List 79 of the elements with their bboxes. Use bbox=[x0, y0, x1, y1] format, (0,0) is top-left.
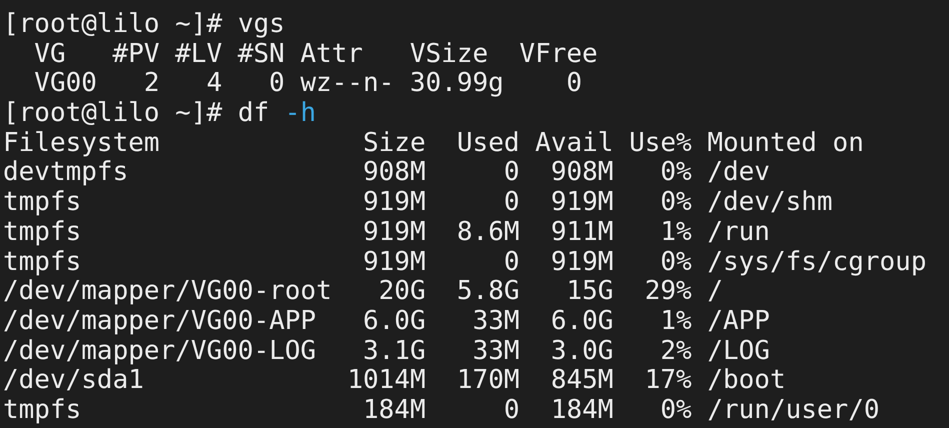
table-cell-text: 170M bbox=[456, 366, 520, 396]
table-cell-text: 919M bbox=[362, 188, 426, 218]
command-text: df bbox=[238, 98, 270, 128]
table-cell-text: 919M bbox=[550, 248, 614, 278]
table-cell-text: 20G bbox=[378, 277, 426, 307]
column-header: Size bbox=[362, 128, 426, 158]
table-cell: wz--n- bbox=[300, 69, 394, 100]
table-cell-text: 1% bbox=[659, 307, 692, 337]
table-cell-text: 0 bbox=[565, 69, 584, 100]
table-cell-text: 0 bbox=[502, 158, 520, 188]
table-cell-text: 3.0G bbox=[550, 336, 614, 366]
column-header: VSize bbox=[410, 40, 490, 70]
table-cell-text: 0% bbox=[659, 248, 692, 278]
table-cell-text: 4 bbox=[205, 69, 222, 100]
column-header: Filesystem bbox=[3, 128, 161, 158]
table-cell: 1014M bbox=[347, 366, 426, 396]
table-cell-text: 0% bbox=[659, 188, 692, 218]
table-cell-text: /run bbox=[707, 218, 771, 248]
column-header: #LV bbox=[175, 40, 222, 70]
table-cell-text: 908M bbox=[362, 158, 426, 188]
table-cell-text: /dev/mapper/VG00-APP bbox=[3, 307, 318, 337]
table-cell-text: 15G bbox=[565, 277, 614, 307]
table-cell-text: 919M bbox=[362, 248, 426, 278]
table-cell: /dev/mapper/VG00-root bbox=[3, 277, 332, 307]
column-header: Avail bbox=[535, 128, 614, 158]
table-cell-text: 919M bbox=[550, 188, 614, 218]
column-header: #SN bbox=[238, 40, 285, 70]
table-cell-text: 0 bbox=[502, 396, 520, 426]
column-header: Used bbox=[456, 128, 520, 158]
table-cell-text: /dev/mapper/VG00-LOG bbox=[3, 336, 318, 366]
table-cell-text: 908M bbox=[550, 158, 614, 188]
table-cell-text: tmpfs bbox=[3, 188, 82, 218]
table-cell-text: tmpfs bbox=[3, 396, 82, 426]
table-cell-text: 29% bbox=[644, 277, 692, 307]
table-cell-text: 0 bbox=[502, 248, 520, 278]
table-cell: 30.99g bbox=[410, 69, 504, 100]
table-cell-text: 3.1G bbox=[362, 336, 426, 366]
column-header: VG bbox=[34, 40, 67, 70]
table-cell-text: tmpfs bbox=[3, 248, 82, 278]
table-cell-text: 2 bbox=[142, 69, 160, 100]
table-cell-text: 5.8G bbox=[456, 277, 520, 307]
table-cell: VG00 bbox=[34, 69, 97, 100]
table-cell-text: 0 bbox=[268, 69, 285, 100]
table-cell-text: 184M bbox=[362, 396, 426, 426]
table-cell-text: /sys/fs/cgroup bbox=[707, 248, 928, 278]
table-cell-text: tmpfs bbox=[3, 218, 82, 248]
table-cell-text: /APP bbox=[707, 307, 771, 337]
table-cell-text: 911M bbox=[550, 218, 614, 248]
table-cell-text: /dev/sda1 bbox=[3, 366, 145, 396]
table-cell-text: 1% bbox=[659, 218, 692, 248]
table-cell-text: 33M bbox=[472, 307, 520, 337]
table-cell-text: 6.0G bbox=[550, 307, 614, 337]
table-cell-text: /dev/shm bbox=[707, 188, 834, 218]
table-cell-text: 0% bbox=[659, 158, 692, 188]
column-header: Use% bbox=[629, 128, 692, 158]
table-cell-text: 184M bbox=[550, 396, 614, 426]
table-cell-text: 0% bbox=[659, 396, 692, 426]
table-cell-text: /boot bbox=[707, 366, 787, 396]
table-cell-text: 6.0G bbox=[362, 307, 426, 337]
shell-prompt: [root@lilo ~]# bbox=[3, 98, 222, 128]
table-cell-text: devtmpfs bbox=[3, 158, 130, 188]
table-cell-text: 8.6M bbox=[456, 218, 520, 248]
column-header: Mounted on bbox=[707, 128, 865, 158]
table-cell-text: 919M bbox=[362, 218, 426, 248]
table-cell-text: /run/user/0 bbox=[707, 396, 881, 426]
table-cell-text: /LOG bbox=[707, 336, 771, 366]
command-option: -h bbox=[284, 98, 316, 128]
column-header: #PV bbox=[112, 40, 160, 70]
column-header: VFree bbox=[519, 40, 598, 70]
shell-prompt: [root@lilo ~]# bbox=[3, 9, 222, 39]
table-cell-text: 2% bbox=[659, 336, 692, 366]
table-cell-text: 33M bbox=[472, 336, 520, 366]
table-cell-text: 845M bbox=[550, 366, 614, 396]
table-cell-text: 17% bbox=[644, 366, 692, 396]
command-text: vgs bbox=[238, 9, 285, 39]
table-cell-text: / bbox=[707, 277, 724, 307]
table-cell-text: /dev bbox=[707, 158, 771, 188]
column-header: Attr bbox=[300, 40, 364, 70]
table-cell-text: 0 bbox=[502, 188, 520, 218]
